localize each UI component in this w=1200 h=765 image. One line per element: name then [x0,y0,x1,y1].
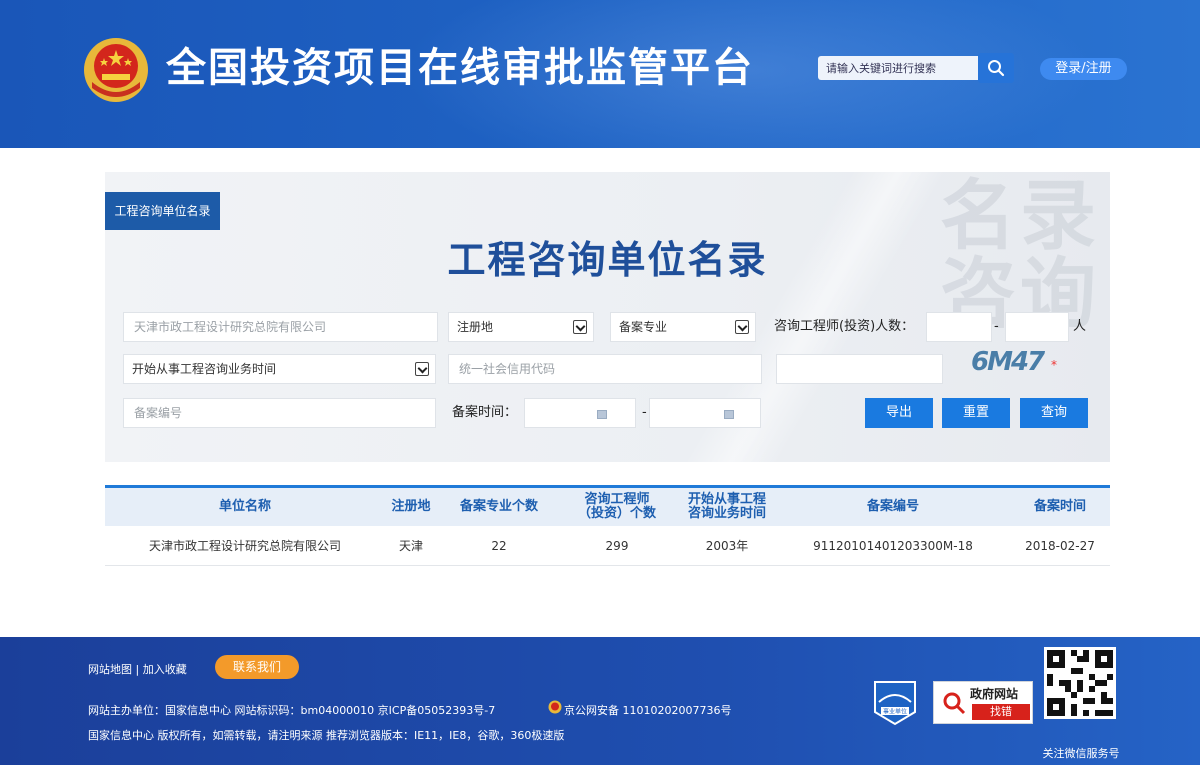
panel-title: 工程咨询单位名录 [447,238,768,282]
engineers-count-label: 咨询工程师(投资)人数： [774,319,915,334]
chevron-down-icon [415,362,429,376]
reset-button[interactable]: 重置 [942,398,1010,428]
gov-site-error-report-button[interactable]: 政府网站 找错 [933,681,1033,724]
captcha-image[interactable]: 6M47 [971,348,1045,376]
required-star: * [1051,358,1057,372]
cell-specialty-count: 22 [491,539,507,553]
institution-badge-icon[interactable]: 事业单位 [873,680,917,726]
site-title: 全国投资项目在线审批监管平台 [166,45,754,91]
magnifier-icon [943,692,966,715]
table-row[interactable]: 天津市政工程设计研究总院有限公司 天津 22 299 2003年 9112010… [105,526,1110,566]
engineers-max-input[interactable] [1005,312,1069,342]
chevron-down-icon [573,320,587,334]
credit-code-input[interactable]: 统一社会信用代码 [448,354,762,384]
specialty-select-label: 备案专业 [619,320,668,334]
police-badge-icon [548,700,562,714]
start-time-select[interactable]: 开始从事工程咨询业务时间 [123,354,436,384]
site-header: 全国投资项目在线审批监管平台 登录/注册 [0,0,1200,148]
start-time-select-label: 开始从事工程咨询业务时间 [132,362,277,376]
calendar-icon [597,410,607,419]
cell-start-year: 2003年 [705,539,749,553]
footer-police-record[interactable]: 京公网安备 11010202007736号 [564,702,731,718]
footer-links[interactable]: 网站地图 | 加入收藏 [88,661,187,677]
panel-tag: 工程咨询单位名录 [105,192,220,230]
search-panel: 名录咨询 工程咨询单位名录 工程咨询单位名录 天津市政工程设计研究总院有限公司 … [105,172,1110,462]
cell-record-number: 91120101401203300M-18 [813,539,973,553]
column-header: 备案时间 [1033,499,1086,514]
column-header: 备案编号 [866,499,919,514]
national-emblem-icon [84,38,148,102]
region-select[interactable]: 注册地 [448,312,594,342]
contact-us-button[interactable]: 联系我们 [215,655,299,679]
column-header: 注册地 [391,499,431,514]
svg-text:事业单位: 事业单位 [883,708,907,716]
column-header: 备案专业个数 [459,499,538,514]
region-select-label: 注册地 [457,320,494,334]
unit-person-label: 人 [1073,319,1087,334]
captcha-input[interactable] [776,354,943,384]
record-time-label: 备案时间： [452,405,518,420]
cell-region: 天津 [398,539,423,553]
cell-company-name[interactable]: 天津市政工程设计研究总院有限公司 [125,526,365,566]
record-number-input[interactable]: 备案编号 [123,398,436,428]
footer-sponsor-line: 网站主办单位：国家信息中心 网站标识码：bm04000010 京ICP备0505… [88,704,496,717]
calendar-icon [724,410,734,419]
company-name-input[interactable]: 天津市政工程设计研究总院有限公司 [123,312,438,342]
engineers-min-input[interactable] [926,312,992,342]
results-table: 单位名称 注册地 备案专业个数 咨询工程师 （投资）个数 开始从事工程 咨询业务… [105,485,1110,566]
table-header: 单位名称 注册地 备案专业个数 咨询工程师 （投资）个数 开始从事工程 咨询业务… [105,485,1110,526]
gov-site-sub: 找错 [972,704,1030,720]
search-input[interactable] [818,56,978,80]
record-time-end-input[interactable] [649,398,761,428]
gov-site-title: 政府网站 [970,687,1019,701]
search-icon [988,60,1005,77]
qr-code-icon [1047,650,1113,716]
login-register-button[interactable]: 登录/注册 [1040,58,1127,80]
qr-caption: 关注微信服务号 [1042,747,1120,760]
cell-engineer-count: 299 [605,539,629,553]
wechat-qr-code [1044,647,1116,719]
column-header: 单位名称 [218,499,271,514]
range-separator: - [994,319,999,334]
site-footer: 网站地图 | 加入收藏 联系我们 网站主办单位：国家信息中心 网站标识码：bm0… [0,637,1200,765]
query-button[interactable]: 查询 [1020,398,1088,428]
column-header: 开始从事工程 咨询业务时间 [687,492,766,521]
date-range-separator: - [642,405,647,420]
record-time-start-input[interactable] [524,398,636,428]
chevron-down-icon [735,320,749,334]
search-button[interactable] [978,53,1014,83]
footer-copyright-line: 国家信息中心 版权所有，如需转载，请注明来源 推荐浏览器版本：IE11，IE8，… [88,729,565,742]
cell-record-date: 2018-02-27 [1025,539,1095,553]
column-header: 咨询工程师 （投资）个数 [577,492,656,521]
specialty-select[interactable]: 备案专业 [610,312,756,342]
export-button[interactable]: 导出 [865,398,933,428]
